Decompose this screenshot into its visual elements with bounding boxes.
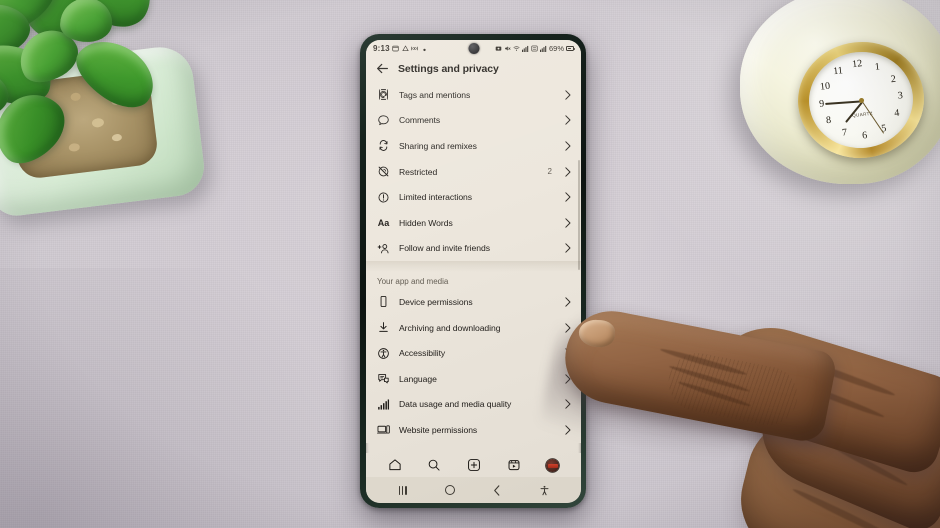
clock-number: 4 xyxy=(893,107,900,120)
chevron-right-icon xyxy=(565,243,571,254)
tags-mentions-icon xyxy=(377,88,390,101)
list-item-follow-and-invite-friends[interactable]: Follow and invite friends xyxy=(366,236,581,262)
chevron-right-icon xyxy=(565,192,571,202)
sim-icon xyxy=(531,45,538,52)
list-item-label: Restricted xyxy=(399,166,438,177)
clock-number: 2 xyxy=(890,73,897,85)
language-icon xyxy=(377,372,390,385)
device-permissions-icon xyxy=(377,295,390,308)
clock-number: 6 xyxy=(861,129,868,142)
chevron-right-icon xyxy=(565,297,571,307)
clock-face: 12 1 2 3 4 5 6 7 8 9 10 11 QUARTZ xyxy=(804,46,918,154)
chevron-right-icon xyxy=(565,166,571,177)
list-item-label: Hidden Words xyxy=(399,217,453,228)
chevron-right-icon xyxy=(565,90,571,100)
clock-number: 3 xyxy=(897,90,904,102)
status-bar: 9:13 69% xyxy=(366,40,581,57)
list-item-label: Follow and invite friends xyxy=(399,243,490,254)
search-icon[interactable] xyxy=(427,458,441,472)
chevron-right-icon xyxy=(565,141,571,151)
list-item-limited-interactions[interactable]: Limited interactions xyxy=(366,184,581,210)
list-item-label: Language xyxy=(399,373,437,384)
accessibility-icon xyxy=(377,347,390,360)
list-item-tags-and-mentions[interactable]: Tags and mentions xyxy=(366,82,581,108)
comment-bubble-icon xyxy=(377,114,390,127)
signal-1-icon xyxy=(521,45,529,52)
hidden-words-icon: Aa xyxy=(377,217,390,228)
profile-avatar[interactable] xyxy=(546,458,560,472)
back-arrow-icon[interactable] xyxy=(376,62,389,75)
wifi-icon xyxy=(513,46,520,51)
battery-icon xyxy=(566,46,575,51)
list-item-comments[interactable]: Comments xyxy=(366,108,581,134)
limited-interactions-icon xyxy=(377,191,390,204)
sharing-remixes-icon xyxy=(377,139,390,152)
page-title: Settings and privacy xyxy=(398,62,499,75)
battery-percent: 69% xyxy=(548,44,564,53)
home-circle-icon[interactable] xyxy=(426,485,473,495)
chevron-right-icon xyxy=(565,115,571,126)
follow-invite-icon xyxy=(377,242,390,255)
list-item-count: 2 xyxy=(547,167,552,177)
status-time: 9:13 xyxy=(373,44,390,53)
list-item-sharing-and-remixes[interactable]: Sharing and remixes xyxy=(366,133,581,159)
section-divider xyxy=(366,261,581,273)
home-icon[interactable] xyxy=(388,458,402,472)
list-item-accessibility[interactable]: Accessibility xyxy=(366,340,581,366)
mute-icon xyxy=(505,46,511,51)
website-permissions-icon xyxy=(377,423,390,436)
messages-icon xyxy=(411,46,419,51)
desk-clock: 12 1 2 3 4 5 6 7 8 9 10 11 QUARTZ xyxy=(740,0,940,190)
chevron-right-icon xyxy=(565,218,571,228)
system-nav-bar xyxy=(366,477,581,503)
desk-scene: 12 1 2 3 4 5 6 7 8 9 10 11 QUARTZ 9:13 6… xyxy=(0,0,940,528)
clock-minute-hand xyxy=(825,100,862,105)
list-item-restricted[interactable]: Restricted 2 xyxy=(366,159,581,185)
data-usage-icon xyxy=(377,398,390,411)
desk-shadow xyxy=(0,268,420,528)
pointing-hand xyxy=(537,303,940,528)
clock-second-hand xyxy=(861,99,885,134)
archiving-downloading-icon xyxy=(377,321,390,334)
recents-icon[interactable] xyxy=(379,485,426,495)
smartphone: 9:13 69% Settings and privacy Tags and m… xyxy=(360,34,586,508)
clock-number: 1 xyxy=(874,61,881,74)
clock-center-pin xyxy=(858,97,864,103)
create-icon[interactable] xyxy=(467,458,481,472)
fingernail xyxy=(578,319,616,348)
signal-2-icon xyxy=(539,45,547,52)
list-item-hidden-words[interactable]: Aa Hidden Words xyxy=(366,210,581,236)
section-header: Your app and media xyxy=(366,272,581,290)
app-bar: Settings and privacy xyxy=(366,57,581,82)
clock-number: 11 xyxy=(832,65,844,78)
clock-number: 8 xyxy=(825,115,832,127)
list-item-label: Data usage and media quality xyxy=(399,399,512,410)
dot-icon xyxy=(423,48,426,52)
list-item-label: Accessibility xyxy=(399,348,446,359)
list-item-label: Comments xyxy=(399,115,441,126)
clock-number: 7 xyxy=(841,126,848,139)
list-item-label: Device permissions xyxy=(399,296,473,307)
list-item-archiving-and-downloading[interactable]: Archiving and downloading xyxy=(366,315,581,341)
clock-number: 9 xyxy=(818,98,825,110)
clock-number: 12 xyxy=(851,58,863,71)
scrollbar-indicator[interactable] xyxy=(578,160,580,270)
app-bottom-nav xyxy=(366,453,581,477)
list-item-label: Tags and mentions xyxy=(399,89,471,100)
list-item-device-permissions[interactable]: Device permissions xyxy=(366,289,581,315)
calendar-icon xyxy=(392,45,399,52)
list-item-label: Website permissions xyxy=(399,424,478,435)
camera-blocked-icon xyxy=(495,46,502,51)
clock-number: 10 xyxy=(819,80,831,93)
succulent-plant xyxy=(0,0,252,222)
list-item-label: Limited interactions xyxy=(399,192,473,203)
camera-punch-hole xyxy=(468,43,479,54)
restricted-icon xyxy=(377,165,390,178)
drive-icon xyxy=(402,45,409,52)
list-item-label: Archiving and downloading xyxy=(399,322,501,333)
reels-icon[interactable] xyxy=(507,458,521,472)
list-item-label: Sharing and remixes xyxy=(399,140,477,151)
settings-list-top: Tags and mentions Comments Sharing and r… xyxy=(366,82,581,262)
back-chevron-icon[interactable] xyxy=(474,484,521,496)
